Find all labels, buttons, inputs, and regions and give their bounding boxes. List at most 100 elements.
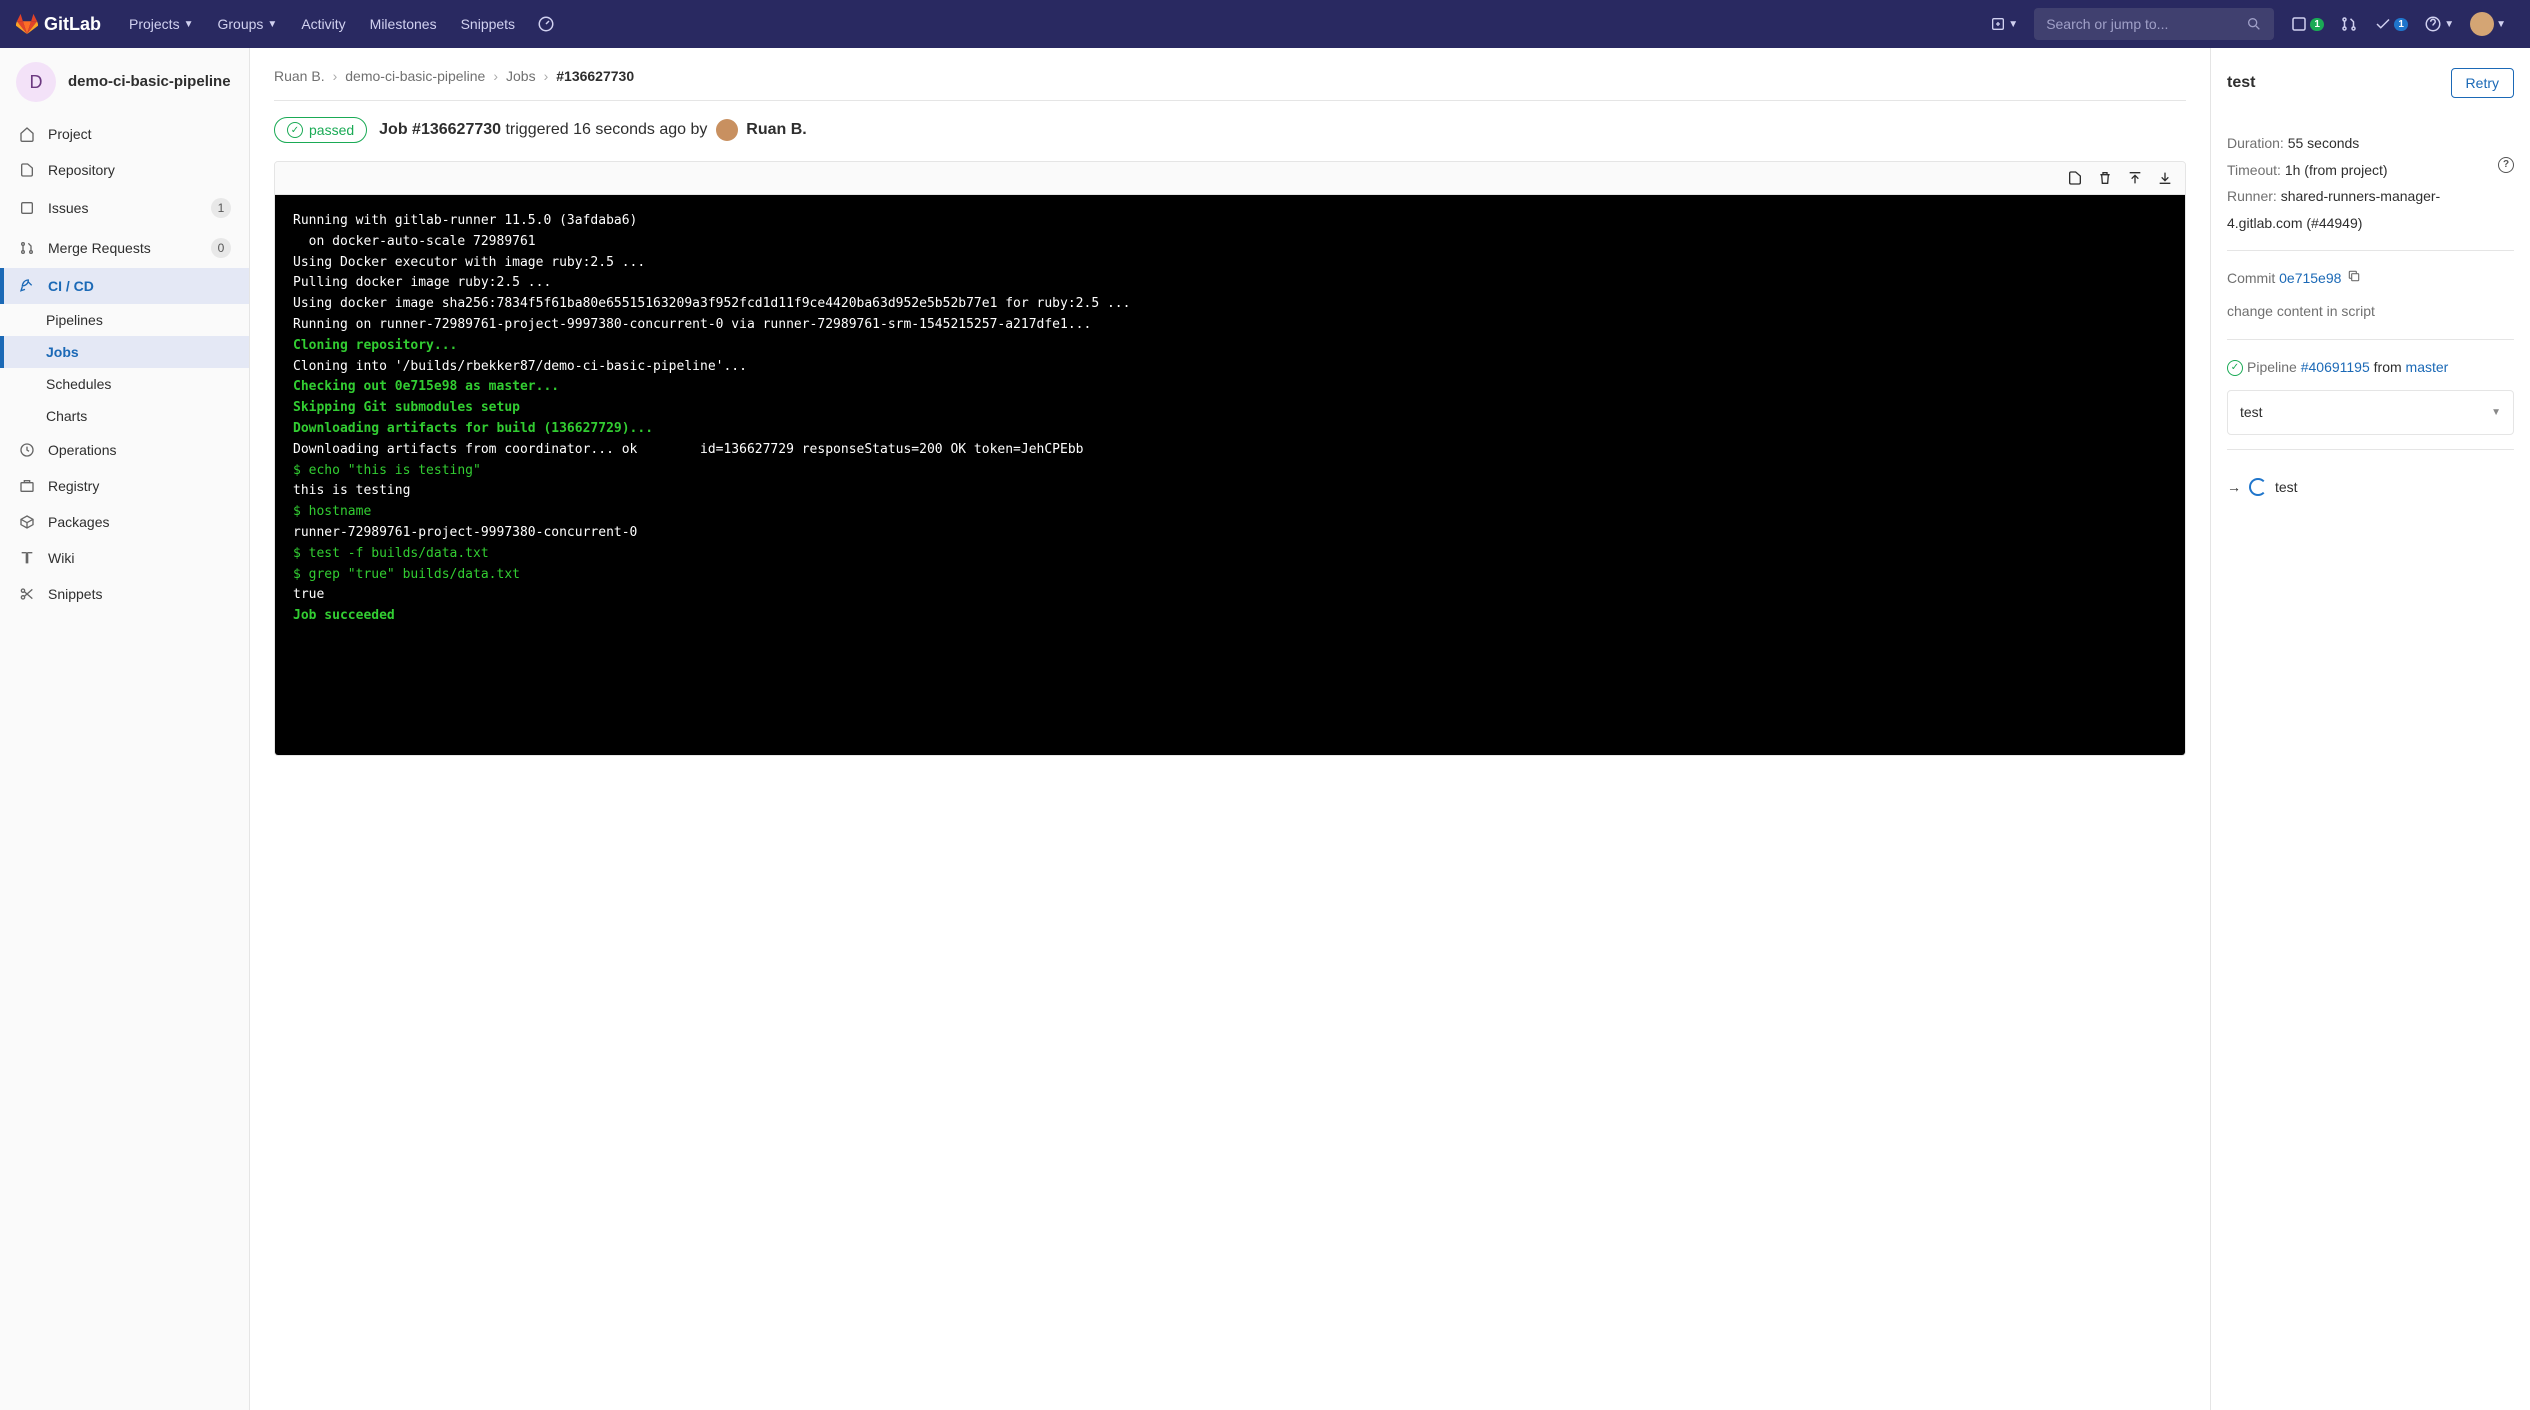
stage-job-item[interactable]: → test <box>2227 464 2514 511</box>
help-icon[interactable]: ? <box>2498 157 2514 173</box>
nav-milestones[interactable]: Milestones <box>360 10 447 38</box>
issues-icon <box>18 200 36 216</box>
sidebar-item-project[interactable]: Project <box>0 116 249 152</box>
job-details-block: Duration: 55 seconds Timeout: 1h (from p… <box>2227 116 2514 251</box>
brand-text: GitLab <box>44 14 101 35</box>
chevron-down-icon: ▼ <box>184 19 194 30</box>
retry-button[interactable]: Retry <box>2451 68 2514 98</box>
create-new-button[interactable]: ▼ <box>1982 10 2026 38</box>
erase-log-button[interactable] <box>2097 170 2113 186</box>
chevron-right-icon: › <box>544 68 549 84</box>
copy-icon[interactable] <box>2347 269 2361 283</box>
home-icon <box>18 126 36 142</box>
gitlab-icon <box>16 13 38 35</box>
sidebar-item-packages[interactable]: Packages <box>0 504 249 540</box>
timeout-value: 1h (from project) <box>2285 162 2388 178</box>
chevron-down-icon: ▼ <box>2444 19 2454 30</box>
merge-icon <box>18 240 36 256</box>
breadcrumb-project[interactable]: demo-ci-basic-pipeline <box>345 68 485 84</box>
raw-log-button[interactable] <box>2067 170 2083 186</box>
file-icon <box>18 162 36 178</box>
search-icon <box>2246 16 2262 32</box>
operations-icon <box>18 442 36 458</box>
commit-sha-link[interactable]: 0e715e98 <box>2279 270 2341 286</box>
breadcrumb-section[interactable]: Jobs <box>506 68 536 84</box>
sidebar-sub-jobs[interactable]: Jobs <box>0 336 249 368</box>
chevron-down-icon: ▼ <box>2008 19 2018 30</box>
todos-badge: 1 <box>2394 18 2408 31</box>
sidebar-item-merge-requests[interactable]: Merge Requests0 <box>0 228 249 268</box>
nav-snippets[interactable]: Snippets <box>451 10 525 38</box>
search-box[interactable] <box>2034 8 2274 40</box>
stage-dropdown[interactable]: test ▼ <box>2227 390 2514 435</box>
pipeline-block: ✓Pipeline #40691195 from master test ▼ <box>2227 340 2514 450</box>
scroll-bottom-button[interactable] <box>2157 170 2173 186</box>
job-title: Job #136627730 triggered 16 seconds ago … <box>379 119 807 141</box>
chevron-down-icon: ▼ <box>267 19 277 30</box>
nav-groups[interactable]: Groups▼ <box>207 10 287 38</box>
issues-count: 1 <box>211 198 231 218</box>
chevron-down-icon: ▼ <box>2491 403 2501 422</box>
arrow-right-icon: → <box>2227 474 2241 501</box>
check-circle-icon: ✓ <box>287 122 303 138</box>
log-container: Running with gitlab-runner 11.5.0 (3afda… <box>274 161 2186 756</box>
sidebar-item-operations[interactable]: Operations <box>0 432 249 468</box>
duration-value: 55 seconds <box>2288 135 2360 151</box>
project-avatar: D <box>16 62 56 102</box>
user-avatar <box>2470 12 2494 36</box>
performance-bar-icon[interactable] <box>529 9 563 39</box>
triggered-by-user[interactable]: Ruan B. <box>746 121 806 138</box>
sidebar-item-cicd[interactable]: CI / CD <box>0 268 249 304</box>
chevron-right-icon: › <box>333 68 338 84</box>
breadcrumb: Ruan B. › demo-ci-basic-pipeline › Jobs … <box>274 68 2186 101</box>
todos-shortcut[interactable]: 1 <box>2366 9 2416 39</box>
help-menu[interactable]: ▼ <box>2416 9 2462 39</box>
sidebar-item-repository[interactable]: Repository <box>0 152 249 188</box>
rocket-icon <box>18 278 36 294</box>
user-avatar[interactable] <box>716 119 738 141</box>
sidebar-item-issues[interactable]: Issues1 <box>0 188 249 228</box>
sidebar-sub-schedules[interactable]: Schedules <box>0 368 249 400</box>
status-badge-passed: ✓ passed <box>274 117 367 143</box>
job-sidebar: test Retry Duration: 55 seconds Timeout:… <box>2210 48 2530 1410</box>
book-icon <box>18 550 36 566</box>
check-circle-icon: ✓ <box>2227 360 2243 376</box>
job-name: test <box>2227 74 2255 92</box>
search-input[interactable] <box>2046 16 2246 32</box>
running-icon <box>2249 478 2267 496</box>
scroll-top-button[interactable] <box>2127 170 2143 186</box>
sidebar-item-wiki[interactable]: Wiki <box>0 540 249 576</box>
sidebar-item-registry[interactable]: Registry <box>0 468 249 504</box>
project-sidebar: D demo-ci-basic-pipeline Project Reposit… <box>0 48 250 1410</box>
sidebar-sub-pipelines[interactable]: Pipelines <box>0 304 249 336</box>
stage-jobs-block: → test <box>2227 450 2514 525</box>
project-name: demo-ci-basic-pipeline <box>68 72 231 92</box>
merge-requests-shortcut[interactable] <box>2332 9 2366 39</box>
log-toolbar <box>275 162 2185 195</box>
sidebar-sub-charts[interactable]: Charts <box>0 400 249 432</box>
pipeline-link[interactable]: #40691195 <box>2301 359 2370 375</box>
job-content: Ruan B. › demo-ci-basic-pipeline › Jobs … <box>250 48 2210 1410</box>
branch-link[interactable]: master <box>2406 359 2449 375</box>
breadcrumb-owner[interactable]: Ruan B. <box>274 68 325 84</box>
scissors-icon <box>18 586 36 602</box>
commit-message: change content in script <box>2227 298 2514 325</box>
mr-count: 0 <box>211 238 231 258</box>
gitlab-logo[interactable]: GitLab <box>16 13 101 35</box>
top-navigation: GitLab Projects▼ Groups▼ Activity Milest… <box>0 0 2530 48</box>
nav-activity[interactable]: Activity <box>291 10 355 38</box>
issues-shortcut[interactable]: 1 <box>2282 9 2332 39</box>
breadcrumb-current: #136627730 <box>556 68 634 84</box>
project-header[interactable]: D demo-ci-basic-pipeline <box>0 48 249 116</box>
commit-block: Commit 0e715e98 change content in script <box>2227 251 2514 339</box>
package-icon <box>18 514 36 530</box>
nav-projects[interactable]: Projects▼ <box>119 10 203 38</box>
issues-badge: 1 <box>2310 18 2324 31</box>
job-header: ✓ passed Job #136627730 triggered 16 sec… <box>274 117 2186 143</box>
log-output[interactable]: Running with gitlab-runner 11.5.0 (3afda… <box>275 195 2185 755</box>
sidebar-item-snippets[interactable]: Snippets <box>0 576 249 612</box>
registry-icon <box>18 478 36 494</box>
chevron-down-icon: ▼ <box>2496 19 2506 30</box>
user-menu[interactable]: ▼ <box>2462 6 2514 42</box>
nav-items: Projects▼ Groups▼ Activity Milestones Sn… <box>119 9 563 39</box>
